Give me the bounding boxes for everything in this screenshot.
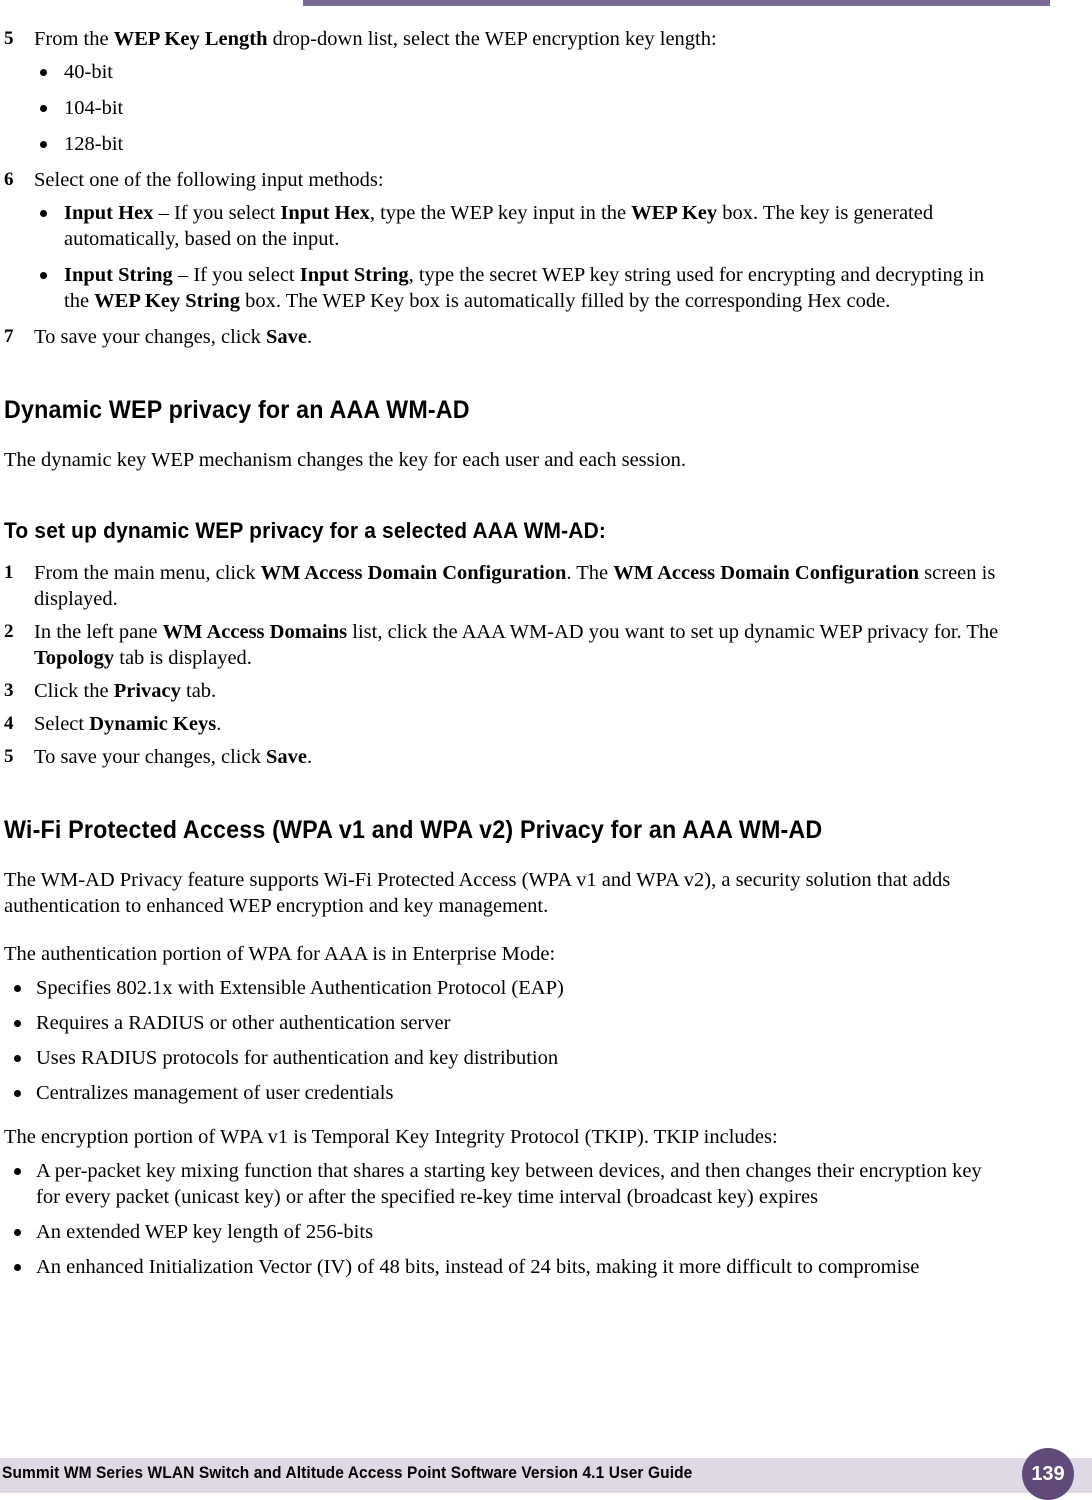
footer-title: Summit WM Series WLAN Switch and Altitud… [2, 1464, 693, 1482]
option-label-bold: Input String [299, 264, 409, 286]
list-item: Input String – If you select Input Strin… [4, 262, 1000, 314]
list-item: An extended WEP key length of 256-bits [4, 1219, 1000, 1245]
setup-step-4: 4 Select Dynamic Keys. [4, 711, 1000, 737]
step-number: 2 [4, 621, 14, 642]
section-heading-wpa: Wi-Fi Protected Access (WPA v1 and WPA v… [4, 816, 823, 844]
feature-text: Requires a RADIUS or other authenticatio… [36, 1012, 451, 1034]
wpa-enterprise-features-list: Specifies 802.1x with Extensible Authent… [4, 975, 1000, 1106]
paragraph-wpa-intro: The WM-AD Privacy feature supports Wi-Fi… [4, 869, 951, 917]
option-label-bold: Input Hex [280, 202, 370, 224]
step-text-part: From the main menu, click [34, 562, 261, 584]
setup-step-2: 2 In the left pane WM Access Domains lis… [4, 619, 1000, 671]
step-text: To save your changes, click Save. [34, 744, 1000, 770]
option-label: 128-bit [64, 133, 124, 155]
feature-text: Centralizes management of user credentia… [36, 1082, 394, 1104]
setup-step-1: 1 From the main menu, click WM Access Do… [4, 560, 1000, 612]
step-number: 4 [4, 713, 14, 734]
step-text-part: Click the [34, 680, 114, 702]
page-content: 5 From the WEP Key Length drop-down list… [0, 26, 1000, 1289]
step-number: 6 [4, 169, 14, 190]
paragraph-tkip-intro: The encryption portion of WPA v1 is Temp… [4, 1126, 778, 1148]
feature-text: A per-packet key mixing function that sh… [36, 1160, 982, 1208]
step-text-part: . The [566, 562, 614, 584]
step-text: From the main menu, click WM Access Doma… [34, 560, 1000, 612]
step-text: Select Dynamic Keys. [34, 711, 1000, 737]
option-text-part: box. The WEP Key box is automatically fi… [239, 290, 891, 312]
tkip-features-list: A per-packet key mixing function that sh… [4, 1158, 1000, 1280]
step-number: 5 [4, 746, 14, 767]
step-text-part: From the [34, 28, 114, 50]
feature-text: Specifies 802.1x with Extensible Authent… [36, 977, 564, 999]
list-item: Uses RADIUS protocols for authentication… [4, 1045, 1000, 1071]
step-text: To save your changes, click Save. [34, 324, 1000, 350]
numbered-step-7: 7 To save your changes, click Save. [4, 324, 1000, 350]
list-item: Input Hex – If you select Input Hex, typ… [4, 200, 1000, 252]
numbered-step-5: 5 From the WEP Key Length drop-down list… [4, 26, 1000, 52]
list-item: An enhanced Initialization Vector (IV) o… [4, 1254, 1000, 1280]
step-text-bold: WEP Key Length [113, 28, 268, 50]
step-text-bold: WM Access Domain Configuration [613, 562, 920, 584]
step-text-part: In the left pane [34, 621, 163, 643]
list-item: Requires a RADIUS or other authenticatio… [4, 1010, 1000, 1036]
setup-step-5: 5 To save your changes, click Save. [4, 744, 1000, 770]
step-text: Select one of the following input method… [34, 169, 384, 191]
list-item: A per-packet key mixing function that sh… [4, 1158, 1000, 1210]
paragraph-wpa-enterprise-intro: The authentication portion of WPA for AA… [4, 943, 556, 965]
step-text-bold: WM Access Domains [162, 621, 348, 643]
step-number: 3 [4, 680, 14, 701]
step-text-part: To save your changes, click [34, 746, 266, 768]
step-text-bold: Privacy [113, 680, 181, 702]
step-text-part: list, click the AAA WM-AD you want to se… [347, 621, 999, 643]
option-label-bold: Input Hex [64, 202, 154, 224]
option-text-part: , type the WEP key input in the [369, 202, 632, 224]
step-text-part: To save your changes, click [34, 326, 266, 348]
step-number: 7 [4, 326, 14, 347]
list-item: Specifies 802.1x with Extensible Authent… [4, 975, 1000, 1001]
option-text-part: – If you select [153, 202, 281, 224]
step-text: From the WEP Key Length drop-down list, … [34, 26, 1000, 52]
step-text: Click the Privacy tab. [34, 678, 1000, 704]
subsection-heading-setup-dynamic-wep: To set up dynamic WEP privacy for a sele… [4, 518, 607, 543]
step-text-part: Select [34, 713, 90, 735]
step-text-part: tab. [180, 680, 217, 702]
step-text-part: . [306, 326, 313, 348]
header-accent-rule [303, 0, 1050, 6]
wep-key-length-options: 40-bit 104-bit 128-bit [4, 59, 1000, 157]
list-item: 104-bit [4, 95, 1000, 121]
step-text-part: drop-down list, select the WEP encryptio… [267, 28, 717, 50]
step-text-part: . [216, 713, 222, 735]
option-label: 104-bit [64, 97, 124, 119]
list-item: 40-bit [4, 59, 1000, 85]
list-item: 128-bit [4, 131, 1000, 157]
option-label-bold: Input String [64, 264, 173, 286]
step-text-bold: Dynamic Keys [89, 713, 217, 735]
step-text: In the left pane WM Access Domains list,… [34, 619, 1000, 671]
step-text-bold: WM Access Domain Configuration [260, 562, 567, 584]
step-text-bold: Save [265, 326, 307, 348]
list-item: Centralizes management of user credentia… [4, 1080, 1000, 1106]
step-text-bold: Topology [34, 647, 115, 669]
option-label: 40-bit [64, 61, 113, 83]
page-number-badge: 139 [1022, 1448, 1074, 1500]
step-number: 1 [4, 562, 14, 583]
step-text-part: tab is displayed. [114, 647, 252, 669]
feature-text: An extended WEP key length of 256-bits [36, 1221, 374, 1243]
feature-text: Uses RADIUS protocols for authentication… [36, 1047, 559, 1069]
step-text-part: . [306, 746, 313, 768]
feature-text: An enhanced Initialization Vector (IV) o… [36, 1256, 920, 1278]
option-text-part: – If you select [172, 264, 300, 286]
option-label-bold: WEP Key String [94, 290, 240, 312]
numbered-step-6: 6 Select one of the following input meth… [4, 167, 1000, 193]
input-method-options: Input Hex – If you select Input Hex, typ… [4, 200, 1000, 314]
paragraph-dynamic-wep: The dynamic key WEP mechanism changes th… [4, 449, 686, 471]
option-label-bold: WEP Key [631, 202, 718, 224]
step-number: 5 [4, 28, 14, 49]
section-heading-dynamic-wep: Dynamic WEP privacy for an AAA WM-AD [4, 396, 470, 424]
setup-step-3: 3 Click the Privacy tab. [4, 678, 1000, 704]
step-text-bold: Save [265, 746, 307, 768]
